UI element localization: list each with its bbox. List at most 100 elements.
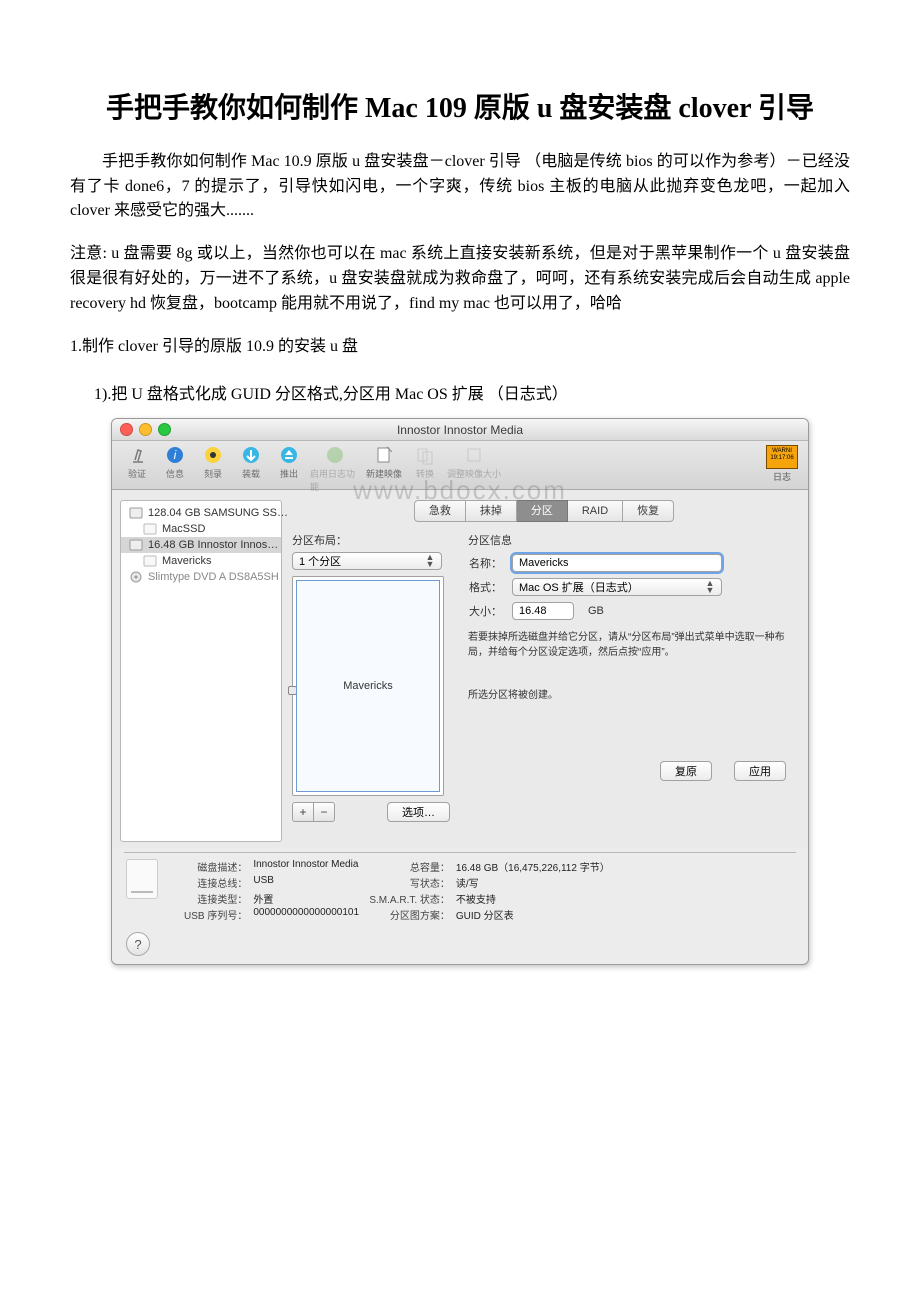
tab-bar: 急救 抹掉 分区 RAID 恢复	[292, 500, 796, 522]
disk-utility-window: Innostor Innostor Media 验证 i 信息 刻录	[111, 418, 809, 965]
size-label: 大小：	[468, 603, 502, 619]
options-button[interactable]: 选项…	[387, 802, 450, 822]
toolbar-burn[interactable]: 刻录	[196, 443, 230, 480]
toolbar-verify[interactable]: 验证	[120, 443, 154, 480]
info-key: 分区图方案：	[369, 907, 450, 922]
journal-icon	[323, 443, 347, 467]
intro-paragraph: 手把手教你如何制作 Mac 10.9 原版 u 盘安装盘－clover 引导 （…	[70, 150, 850, 224]
toolbar-label: 装载	[242, 467, 260, 480]
step-1: 1.制作 clover 引导的原版 10.9 的安装 u 盘	[70, 335, 850, 360]
microscope-icon	[125, 443, 149, 467]
note-paragraph: 注意: u 盘需要 8g 或以上，当然你也可以在 mac 系统上直接安装新系统，…	[70, 242, 850, 316]
partition-map[interactable]: Mavericks	[292, 576, 444, 796]
sidebar-disk-innostor[interactable]: 16.48 GB Innostor Innos…	[121, 537, 281, 553]
partition-info-heading: 分区信息	[468, 532, 790, 548]
tab-raid[interactable]: RAID	[568, 500, 623, 522]
toolbar-label: 验证	[128, 467, 146, 480]
window-body: 128.04 GB SAMSUNG SS… MacSSD 16.48 GB In…	[112, 490, 808, 848]
eject-icon	[277, 443, 301, 467]
chevron-updown-icon: ▲▼	[705, 580, 715, 594]
hdd-icon	[129, 507, 143, 519]
toolbar-label: 调整映像大小	[447, 467, 501, 480]
info-value: USB	[253, 875, 363, 890]
layout-select[interactable]: 1 个分区 ▲▼	[292, 552, 442, 570]
format-select-value: Mac OS 扩展（日志式）	[519, 579, 639, 595]
sidebar-volume-macssd[interactable]: MacSSD	[121, 521, 281, 537]
partition-block[interactable]: Mavericks	[296, 580, 440, 792]
mount-icon	[239, 443, 263, 467]
sidebar-volume-mavericks[interactable]: Mavericks	[121, 553, 281, 569]
tab-restore[interactable]: 恢复	[623, 500, 674, 522]
info-value: GUID 分区表	[456, 907, 610, 922]
window-controls	[120, 423, 171, 436]
burn-icon	[201, 443, 225, 467]
toolbar-mount[interactable]: 装载	[234, 443, 268, 480]
tab-partition[interactable]: 分区	[517, 500, 568, 522]
layout-select-value: 1 个分区	[299, 553, 341, 569]
tab-erase[interactable]: 抹掉	[466, 500, 517, 522]
toolbar-info[interactable]: i 信息	[158, 443, 192, 480]
info-key: 磁盘描述：	[184, 859, 247, 874]
convert-icon	[413, 443, 437, 467]
toolbar-label: 启用日志功能	[310, 467, 360, 493]
instruction-text: 若要抹掉所选磁盘并给它分区，请从“分区布局”弹出式菜单中选取一种布局，并给每个分…	[468, 630, 790, 660]
minimize-button[interactable]	[139, 423, 152, 436]
size-unit: GB	[588, 605, 604, 617]
info-icon: i	[163, 443, 187, 467]
remove-partition-button[interactable]: −	[314, 802, 335, 822]
format-label: 格式：	[468, 579, 502, 595]
toolbar-label: 新建映像	[366, 467, 402, 480]
size-input[interactable]: 16.48	[512, 602, 574, 620]
info-key: 总容量：	[369, 859, 450, 874]
sidebar-optical-drive[interactable]: Slimtype DVD A DS8A5SH	[121, 569, 281, 585]
info-value: 16.48 GB（16,475,226,112 字节）	[456, 859, 610, 874]
info-value: Innostor Innostor Media	[253, 859, 363, 874]
toolbar-log[interactable]: WARNI 19:17:06 日志	[764, 445, 800, 483]
revert-button[interactable]: 复原	[660, 761, 712, 781]
zoom-button[interactable]	[158, 423, 171, 436]
toolbar-eject[interactable]: 推出	[272, 443, 306, 480]
layout-label: 分区布局：	[292, 532, 450, 548]
apply-button[interactable]: 应用	[734, 761, 786, 781]
sidebar-disk-samsung[interactable]: 128.04 GB SAMSUNG SS…	[121, 505, 281, 521]
sidebar-item-label: MacSSD	[162, 523, 205, 535]
toolbar-convert: 转换	[408, 443, 442, 480]
toolbar-enable-journal: 启用日志功能	[310, 443, 360, 493]
resize-icon	[462, 443, 486, 467]
toolbar-label: 转换	[416, 467, 434, 480]
optical-icon	[129, 571, 143, 583]
help-button[interactable]: ?	[126, 932, 150, 956]
name-label: 名称：	[468, 555, 502, 571]
doc-title: 手把手教你如何制作 Mac 109 原版 u 盘安装盘 clover 引导	[70, 90, 850, 128]
format-select[interactable]: Mac OS 扩展（日志式） ▲▼	[512, 578, 722, 596]
info-key: USB 序列号：	[184, 907, 247, 922]
disk-info-row: 磁盘描述： Innostor Innostor Media 总容量： 16.48 G…	[112, 853, 808, 926]
usb-disk-icon	[129, 539, 143, 551]
disk-sidebar: 128.04 GB SAMSUNG SS… MacSSD 16.48 GB In…	[120, 500, 282, 842]
info-value: 0000000000000000101	[253, 907, 363, 922]
info-key: 连接类型：	[184, 891, 247, 906]
svg-text:i: i	[174, 448, 177, 462]
toolbar-label: 推出	[280, 467, 298, 480]
volume-icon	[143, 555, 157, 567]
toolbar-new-image[interactable]: 新建映像	[364, 443, 404, 480]
toolbar-label: 刻录	[204, 467, 222, 480]
disk-thumbnail-icon	[126, 859, 158, 899]
status-text: 所选分区将被创建。	[468, 688, 790, 703]
info-key: 连接总线：	[184, 875, 247, 890]
window-title: Innostor Innostor Media	[112, 423, 808, 437]
tab-first-aid[interactable]: 急救	[414, 500, 466, 522]
name-input[interactable]: Mavericks	[512, 554, 722, 572]
add-partition-button[interactable]: +	[292, 802, 314, 822]
close-button[interactable]	[120, 423, 133, 436]
warning-icon: WARNI 19:17:06	[766, 445, 798, 469]
info-key: S.M.A.R.T. 状态：	[369, 891, 450, 906]
info-value: 读/写	[456, 875, 610, 890]
toolbar-label: 信息	[166, 467, 184, 480]
disk-info-grid: 磁盘描述： Innostor Innostor Media 总容量： 16.48 G…	[184, 859, 610, 922]
substep-1-1: 1).把 U 盘格式化成 GUID 分区格式,分区用 Mac OS 扩展 （日志…	[70, 383, 850, 408]
toolbar: 验证 i 信息 刻录 装载	[112, 441, 808, 490]
sidebar-item-label: 128.04 GB SAMSUNG SS…	[148, 507, 288, 519]
info-value: 外置	[253, 891, 363, 906]
volume-icon	[143, 523, 157, 535]
